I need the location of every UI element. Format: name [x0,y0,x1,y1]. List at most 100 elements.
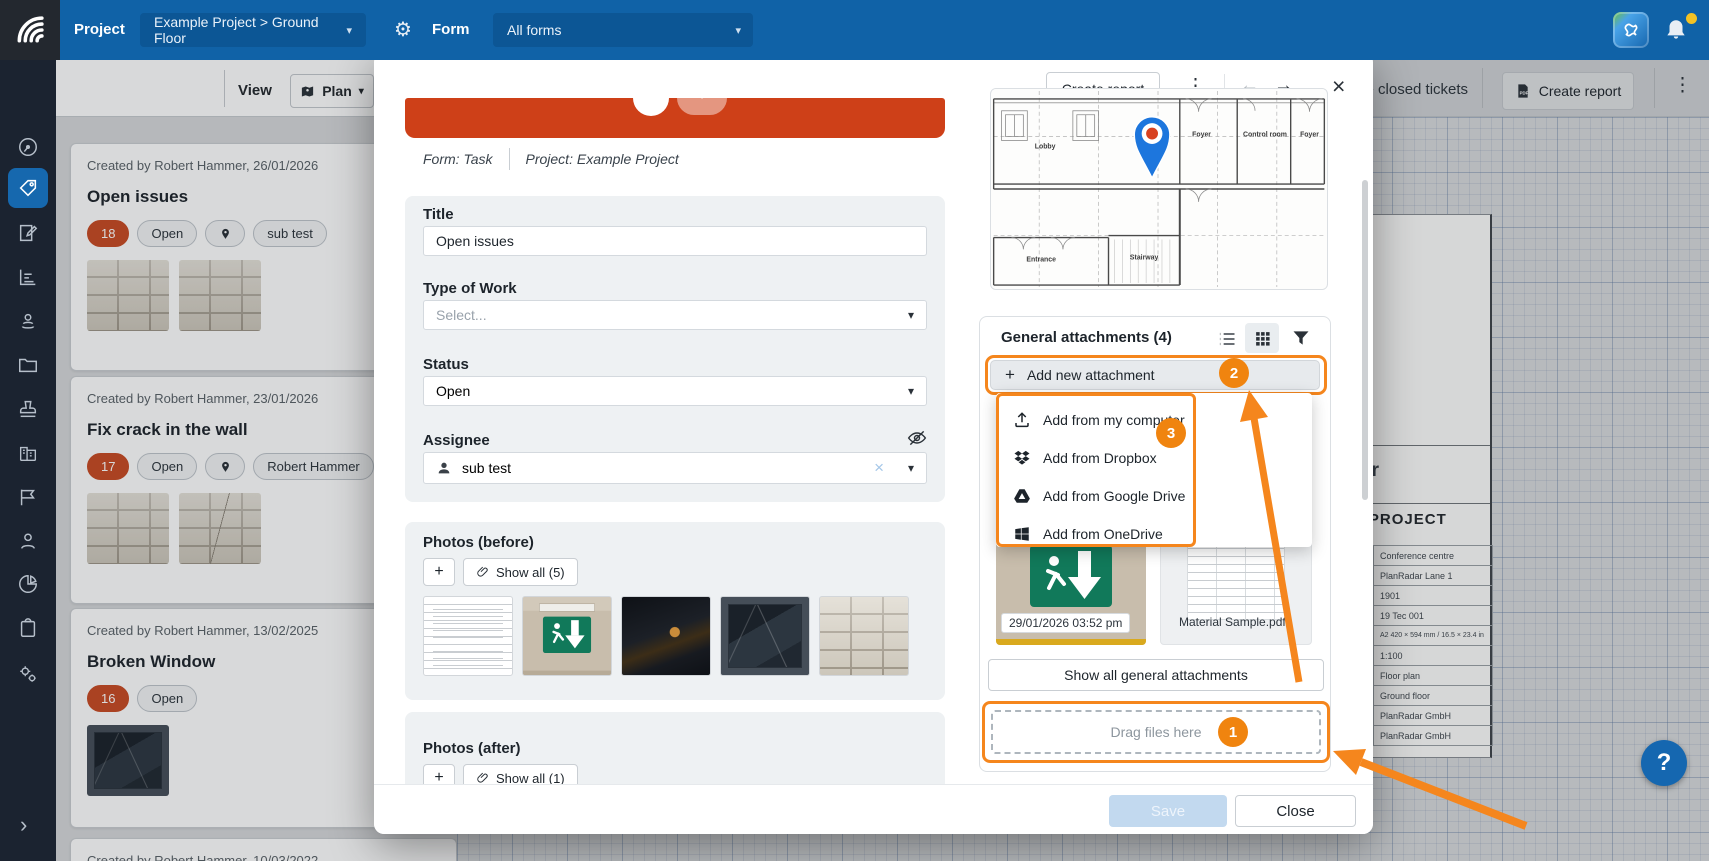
drag-area-highlight: Drag files here [982,701,1330,763]
chevron-down-icon: ▾ [908,461,914,475]
save-button[interactable]: Save [1109,795,1227,827]
photo-thumbnail[interactable] [819,596,909,676]
flag-icon[interactable] [17,486,39,508]
top-navbar: Project Example Project > Ground Floor ▾… [0,0,1709,60]
room-label: Foyer [1192,132,1211,139]
stats-chart-icon[interactable] [17,266,39,288]
onedrive-windows-icon [1013,525,1031,543]
status-select[interactable]: Open ▾ [423,376,927,406]
modal-scrollbar[interactable] [1362,180,1368,500]
attachment-caption: 29/01/2026 03:52 pm [1001,613,1130,633]
exit-sign-photo [523,597,611,675]
ticket-banner: + [405,98,945,138]
chevron-down-icon: ▾ [908,308,914,322]
clear-assignee-icon[interactable]: × [874,458,884,478]
menu-item-google-drive[interactable]: Add from Google Drive [1013,482,1185,510]
planradar-swirl-icon [11,11,49,49]
bell-icon[interactable] [1663,16,1689,44]
left-sidebar: › [0,60,56,861]
status-label: Status [423,356,469,373]
person-pin-icon[interactable] [17,310,39,332]
grid-view-button[interactable] [1245,323,1279,353]
type-of-work-select[interactable]: Select... ▾ [423,300,927,330]
room-label: Foyer [1300,132,1319,139]
room-label: Entrance [1026,256,1056,263]
title-label: Title [423,206,454,223]
meta-form: Form: Task [423,151,493,167]
photos-before-panel: Photos (before) + Show all (5) [405,522,945,700]
settings-gears-icon[interactable] [17,663,39,685]
room-label: Stairway [1130,254,1159,261]
app-screen: Project Example Project > Ground Floor ▾… [0,0,1709,861]
planradar-logo[interactable] [0,0,60,60]
close-icon[interactable]: × [1332,73,1345,100]
type-of-work-label: Type of Work [423,280,517,297]
paperclip-icon [476,771,490,785]
notification-dot [1686,13,1697,24]
tutorial-badge-1: 1 [1218,717,1248,747]
tab-bubble[interactable] [633,98,669,116]
filter-icon[interactable] [1291,328,1311,348]
form-nav-label: Form [432,0,470,60]
photo-thumbnail[interactable] [522,596,612,676]
upload-icon [1013,411,1031,429]
photo-thumbnail[interactable] [423,596,513,676]
dashboard-gauge-icon[interactable] [17,136,39,158]
help-button[interactable]: ? [1641,740,1687,786]
ticket-detail-modal: Create report ⋮ ← → × + Form: Task Proje… [374,52,1373,834]
title-input[interactable] [423,226,927,256]
knot-glyph-icon [1620,19,1642,41]
assignee-select[interactable]: sub test × ▾ [423,452,927,484]
floor-plan-thumbnail[interactable]: Lobby Foyer Control room Foyer Entrance … [990,88,1328,290]
meta-project: Project: Example Project [526,151,679,167]
attachment-caption: Material Sample.pdf [1171,612,1294,632]
expand-chevron-icon[interactable]: › [20,812,27,838]
clipboard-icon[interactable] [17,617,39,639]
menu-item-dropbox[interactable]: Add from Dropbox [1013,444,1157,472]
photos-before-label: Photos (before) [423,534,534,551]
ticket-meta: Form: Task Project: Example Project [423,148,679,170]
google-drive-icon [1013,487,1031,505]
room-label: Control room [1243,132,1287,139]
stamp-icon[interactable] [17,398,39,420]
tutorial-badge-2: 2 [1219,358,1249,388]
general-attachments-panel: General attachments (4) + Add new attach… [979,316,1331,772]
forms-edit-icon[interactable] [17,222,39,244]
close-button[interactable]: Close [1235,795,1356,827]
photo-strip [996,639,1146,645]
photo-thumbnail[interactable] [720,596,810,676]
attachments-header: General attachments (4) [1001,329,1172,346]
drag-files-dropzone[interactable]: Drag files here [991,710,1321,754]
tickets-tag-icon[interactable] [17,177,39,199]
project-selector[interactable]: Example Project > Ground Floor ▾ [140,13,366,47]
photos-after-label: Photos (after) [423,740,521,757]
form-selector[interactable]: All forms ▾ [493,13,753,47]
floor-plan-drawing: Lobby Foyer Control room Foyer Entrance … [991,89,1327,289]
photo-thumbnail[interactable] [621,596,711,676]
add-photo-button[interactable]: + [423,558,455,586]
dropbox-icon [1013,449,1031,467]
add-tab-button[interactable]: + [677,98,727,115]
gear-icon[interactable]: ⚙ [394,17,412,42]
add-new-attachment-button[interactable]: + Add new attachment [990,360,1320,390]
chevron-down-icon: ▾ [346,24,352,37]
add-attachment-menu: Add from my computer Add from Dropbox Ad… [996,393,1312,547]
grid-view-icon [1254,330,1271,347]
tutorial-badge-3: 3 [1156,418,1186,448]
show-all-photos-before-button[interactable]: Show all (5) [463,558,578,586]
menu-item-onedrive[interactable]: Add from OneDrive [1013,520,1163,548]
person-icon[interactable] [17,530,39,552]
folder-icon[interactable] [17,354,39,376]
apps-icon[interactable] [1613,12,1649,48]
show-all-general-attachments-button[interactable]: Show all general attachments [988,659,1324,691]
pie-chart-icon[interactable] [17,573,39,595]
menu-highlight: Add from my computer Add from Dropbox Ad… [996,393,1196,547]
room-label: Lobby [1035,143,1056,150]
fields-panel: Title Type of Work Select... ▾ Status Op… [405,196,945,502]
add-attachment-highlight: + Add new attachment [985,355,1327,395]
buildings-icon[interactable] [17,442,39,464]
list-view-icon[interactable] [1217,329,1237,349]
assignee-label: Assignee [423,432,490,449]
chevron-down-icon: ▾ [735,24,741,37]
eye-off-icon[interactable] [907,428,927,448]
